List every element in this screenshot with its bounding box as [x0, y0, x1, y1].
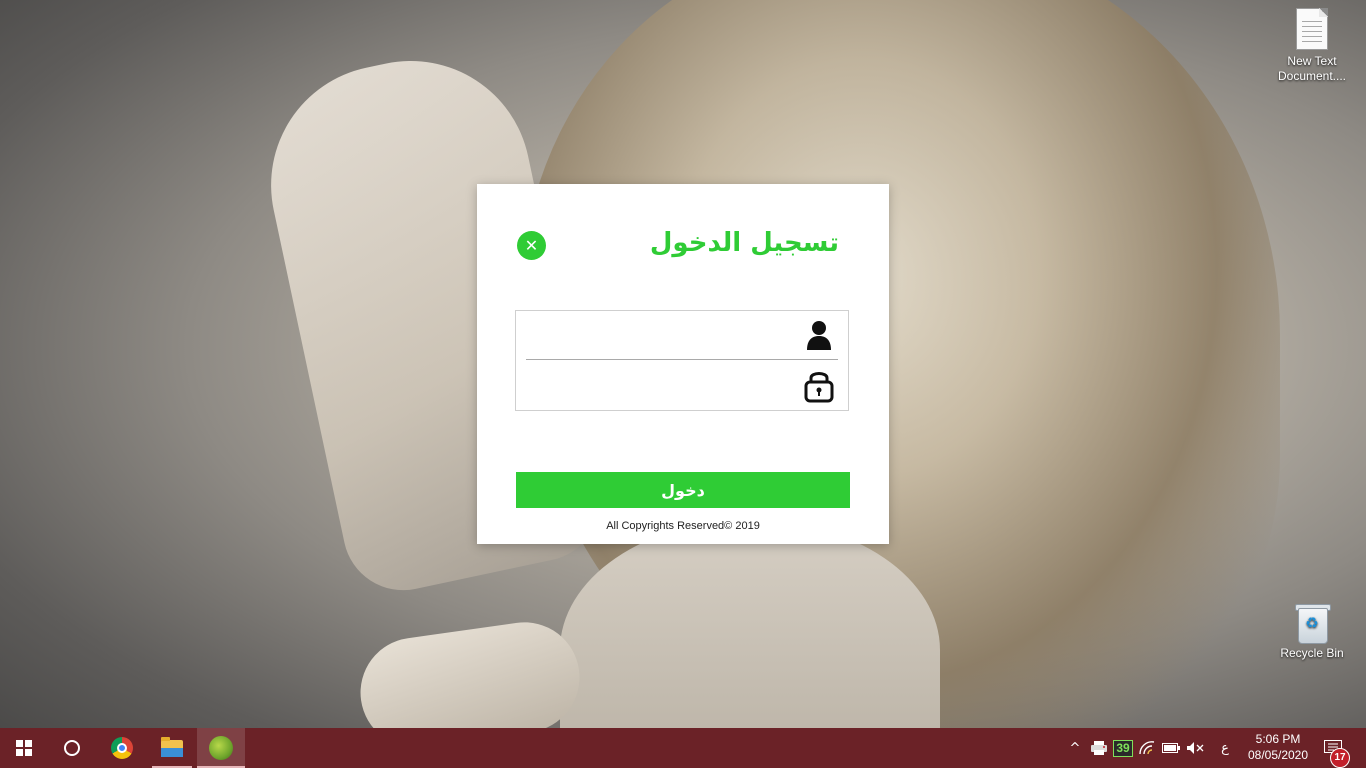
close-button[interactable]: ✕ — [517, 231, 546, 260]
desktop: New Text Document.... ♻ Recycle Bin تسجي… — [0, 0, 1366, 768]
clock-date: 08/05/2020 — [1247, 748, 1309, 762]
tray-printer[interactable] — [1088, 728, 1110, 768]
desktop-icon-recycle-bin[interactable]: ♻ Recycle Bin — [1272, 602, 1352, 661]
credentials-box — [515, 310, 849, 411]
password-row — [526, 361, 838, 409]
desktop-icon-label: Recycle Bin — [1280, 646, 1344, 660]
chrome-icon — [111, 737, 133, 759]
tray-volume[interactable] — [1184, 728, 1206, 768]
tray-badge[interactable]: 39 — [1112, 728, 1134, 768]
username-row — [526, 311, 838, 360]
cortana-circle-icon — [64, 740, 80, 756]
taskbar-login-app[interactable] — [197, 728, 245, 768]
start-button[interactable] — [0, 728, 48, 768]
password-field[interactable] — [526, 367, 800, 403]
tray-language[interactable]: ع — [1214, 728, 1236, 768]
copyright-text: All Copyrights Reserved© 2019 — [606, 520, 760, 532]
folder-icon — [161, 736, 183, 757]
login-title: تسجيل الدخول — [649, 228, 839, 258]
cortana-button[interactable] — [48, 728, 96, 768]
desktop-icon-label: New Text Document.... — [1277, 54, 1347, 83]
clock-time: 5:06 PM — [1255, 732, 1301, 746]
lock-icon — [804, 372, 834, 403]
tray-network[interactable] — [1136, 728, 1158, 768]
taskbar-chrome[interactable] — [98, 728, 146, 768]
text-document-icon — [1296, 8, 1328, 50]
wifi-icon — [1139, 741, 1155, 755]
windows-logo-icon — [16, 740, 32, 756]
user-icon — [807, 321, 831, 350]
username-field[interactable] — [526, 317, 800, 353]
tray-battery[interactable] — [1160, 728, 1182, 768]
notification-count-badge: 17 — [1330, 748, 1350, 768]
login-submit-button[interactable]: دخول — [516, 472, 850, 508]
login-dialog: تسجيل الدخول ✕ دخول All Copyrights Reser… — [477, 184, 889, 544]
taskbar: ^ 39 ع 5:06 PM 08/05/2020 17 — [0, 728, 1366, 768]
recycle-bin-icon: ♻ — [1295, 602, 1331, 644]
clock[interactable]: 5:06 PM 08/05/2020 — [1240, 731, 1316, 763]
language-indicator: ع — [1221, 740, 1229, 756]
battery-icon — [1162, 743, 1180, 753]
chevron-up-icon: ^ — [1069, 740, 1081, 756]
desktop-icon-text-document[interactable]: New Text Document.... — [1272, 8, 1352, 84]
taskbar-file-explorer[interactable] — [148, 728, 196, 768]
speaker-muted-icon — [1187, 742, 1204, 754]
tray-chevron[interactable]: ^ — [1064, 728, 1086, 768]
tray-badge-value: 39 — [1113, 739, 1133, 757]
app-icon — [209, 736, 233, 760]
printer-icon — [1091, 741, 1107, 755]
